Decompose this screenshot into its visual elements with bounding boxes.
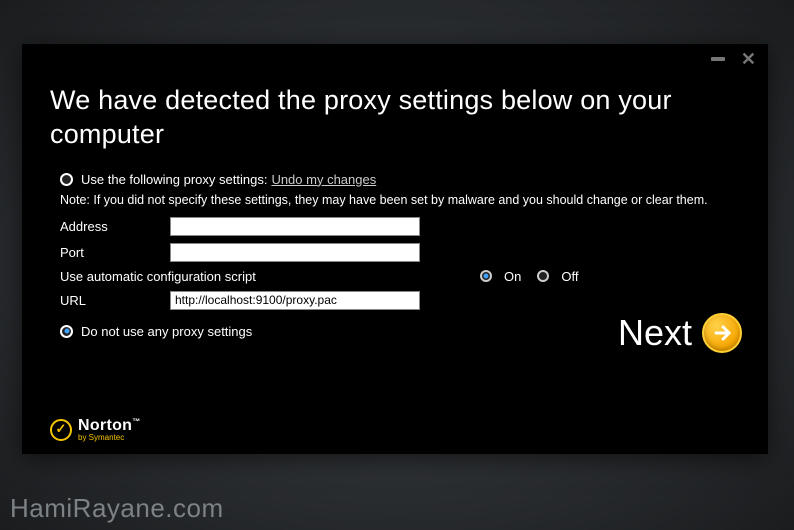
address-label: Address: [60, 219, 170, 234]
minimize-icon[interactable]: [711, 57, 725, 61]
url-label: URL: [60, 293, 170, 308]
next-button[interactable]: Next: [618, 312, 742, 354]
use-proxy-radio[interactable]: [60, 173, 73, 186]
do-not-use-label: Do not use any proxy settings: [81, 324, 252, 339]
script-on-label: On: [504, 269, 521, 284]
installer-window: ✕ We have detected the proxy settings be…: [22, 44, 768, 454]
window-controls: ✕: [711, 52, 756, 66]
malware-note: Note: If you did not specify these setti…: [60, 193, 740, 207]
auto-script-label: Use automatic configuration script: [60, 269, 256, 284]
next-button-label: Next: [618, 312, 692, 354]
script-toggle-group: On Off: [480, 269, 590, 284]
brand-name: Norton™: [78, 418, 141, 434]
port-input[interactable]: [170, 243, 420, 262]
use-proxy-row: Use the following proxy settings: Undo m…: [60, 172, 740, 187]
undo-changes-link[interactable]: Undo my changes: [271, 172, 376, 187]
watermark-text: HamiRayane.com: [10, 493, 224, 524]
brand-badge: Norton™ by Symantec: [50, 418, 141, 442]
script-off-label: Off: [561, 269, 578, 284]
port-label: Port: [60, 245, 170, 260]
address-input[interactable]: [170, 217, 420, 236]
proxy-form: Address Port Use automatic configuration…: [60, 217, 740, 310]
page-title: We have detected the proxy settings belo…: [50, 84, 740, 152]
norton-check-icon: [50, 419, 72, 441]
url-input[interactable]: [170, 291, 420, 310]
script-off-radio[interactable]: [537, 270, 549, 282]
close-icon[interactable]: ✕: [741, 52, 756, 66]
brand-subtitle: by Symantec: [78, 434, 141, 442]
use-proxy-label: Use the following proxy settings:: [81, 172, 267, 187]
script-on-radio[interactable]: [480, 270, 492, 282]
do-not-use-radio[interactable]: [60, 325, 73, 338]
arrow-right-icon: [702, 313, 742, 353]
